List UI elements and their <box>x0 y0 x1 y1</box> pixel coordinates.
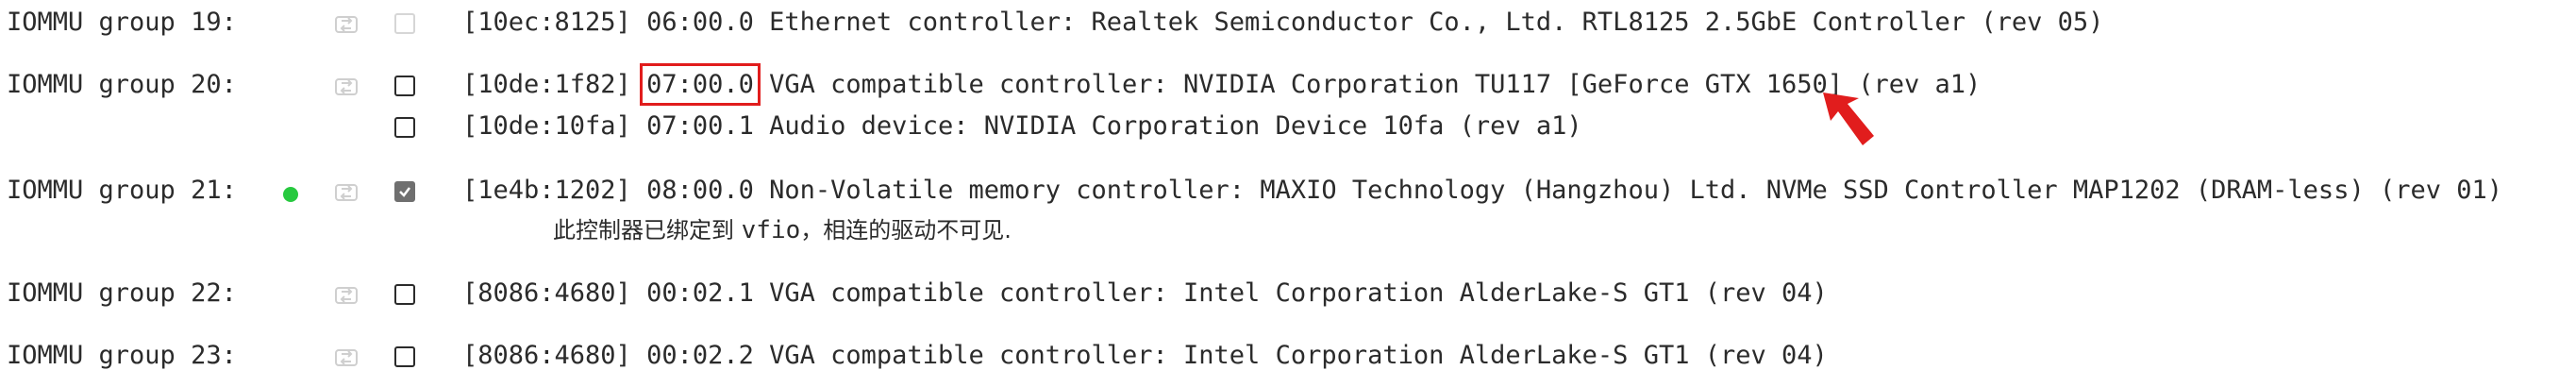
note-suffix: ，相连的驱动不可见. <box>800 217 1012 244</box>
device-id: [10de:10fa] <box>462 111 631 141</box>
device-id: [1e4b:1202] <box>462 176 631 205</box>
device-id: [8086:4680] <box>462 341 631 370</box>
device-id: [10de:1f82] <box>462 70 631 99</box>
passthrough-checkbox[interactable] <box>394 13 415 34</box>
device-description: VGA compatible controller: Intel Corpora… <box>769 278 1828 308</box>
device-bdf: 07:00.1 <box>646 111 754 141</box>
reset-icon[interactable] <box>332 11 360 38</box>
active-status-dot <box>283 187 298 202</box>
device-bdf: 00:02.2 <box>646 341 754 370</box>
iommu-group-row-21: IOMMU group 21: [1e4b:1202] 08:00.0 Non-… <box>0 174 2576 211</box>
device-id: [8086:4680] <box>462 278 631 308</box>
group-label: IOMMU group 20: <box>7 70 237 99</box>
group-label: IOMMU group 19: <box>7 8 237 37</box>
device-entry: [8086:4680] 00:02.1 VGA compatible contr… <box>462 278 1828 308</box>
arrow-pointer-icon <box>1823 93 1874 145</box>
iommu-group-row-20: IOMMU group 20: [10de:1f82] 07:00.0 VGA … <box>0 63 2576 106</box>
device-description: Non-Volatile memory controller: MAXIO Te… <box>769 176 2502 205</box>
passthrough-checkbox[interactable] <box>394 76 415 96</box>
device-description: Audio device: NVIDIA Corporation Device … <box>769 111 1582 141</box>
device-description: VGA compatible controller: Intel Corpora… <box>769 341 1828 370</box>
device-description: VGA compatible controller: NVIDIA Corpor… <box>769 70 1982 99</box>
device-entry: [10ec:8125] 06:00.0 Ethernet controller:… <box>462 8 2103 37</box>
driver-bound-note: 此控制器已绑定到 vfio，相连的驱动不可见. <box>553 211 1012 244</box>
passthrough-checkbox[interactable] <box>394 284 415 305</box>
note-driver: vfio <box>741 216 801 244</box>
device-bdf-highlighted: 07:00.0 <box>640 63 761 106</box>
device-bdf: 06:00.0 <box>646 8 754 37</box>
group-label: IOMMU group 21: <box>7 176 237 205</box>
iommu-group-row-19: IOMMU group 19: [10ec:8125] 06:00.0 Ethe… <box>0 6 2576 43</box>
device-entry: [10de:10fa] 07:00.1 Audio device: NVIDIA… <box>462 111 1582 141</box>
device-entry: [10de:1f82] 07:00.0 VGA compatible contr… <box>462 63 1982 106</box>
iommu-group-row-20-device-2: [10de:10fa] 07:00.1 Audio device: NVIDIA… <box>0 109 2576 147</box>
note-prefix: 此控制器已绑定到 <box>553 217 742 244</box>
device-description: Ethernet controller: Realtek Semiconduct… <box>769 8 2104 37</box>
passthrough-checkbox[interactable] <box>394 117 415 138</box>
iommu-group-row-22: IOMMU group 22: [8086:4680] 00:02.1 VGA … <box>0 277 2576 314</box>
reset-icon[interactable] <box>332 345 360 371</box>
device-bdf: 08:00.0 <box>646 176 754 205</box>
group-label: IOMMU group 23: <box>7 341 237 370</box>
device-entry: [8086:4680] 00:02.2 VGA compatible contr… <box>462 341 1828 370</box>
iommu-group-row-23: IOMMU group 23: [8086:4680] 00:02.2 VGA … <box>0 339 2576 377</box>
passthrough-checkbox[interactable] <box>394 346 415 367</box>
device-id: [10ec:8125] <box>462 8 631 37</box>
device-entry: [1e4b:1202] 08:00.0 Non-Volatile memory … <box>462 176 2502 205</box>
checkmark-icon <box>399 187 410 197</box>
reset-icon[interactable] <box>332 74 360 100</box>
reset-icon[interactable] <box>332 179 360 206</box>
group-label: IOMMU group 22: <box>7 278 237 308</box>
passthrough-checkbox[interactable] <box>394 181 415 202</box>
reset-icon[interactable] <box>332 282 360 309</box>
device-bdf: 00:02.1 <box>646 278 754 308</box>
